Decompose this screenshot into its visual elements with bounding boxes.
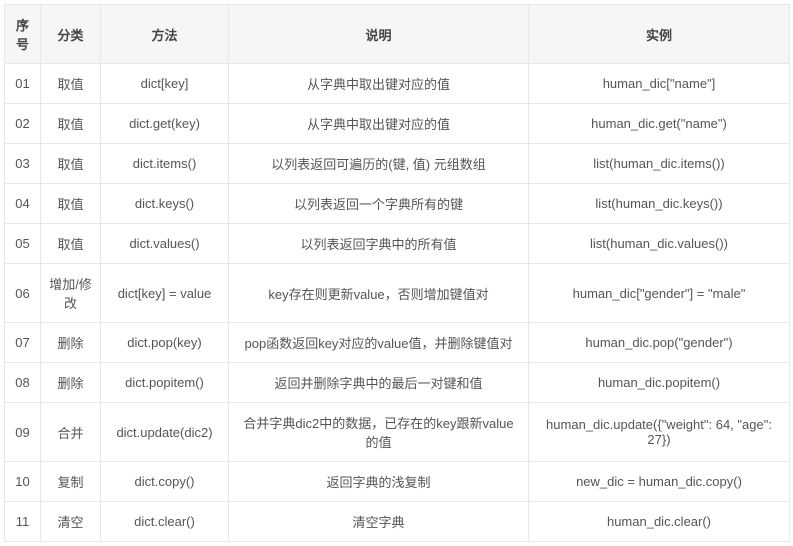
cell-example: human_dic.popitem() bbox=[529, 363, 790, 403]
cell-category: 复制 bbox=[41, 462, 101, 502]
table-row: 06增加/修改dict[key] = valuekey存在则更新value，否则… bbox=[5, 264, 790, 323]
cell-seq: 06 bbox=[5, 264, 41, 323]
cell-description: 从字典中取出键对应的值 bbox=[229, 64, 529, 104]
cell-description: 以列表返回字典中的所有值 bbox=[229, 224, 529, 264]
cell-method: dict.popitem() bbox=[101, 363, 229, 403]
cell-category: 取值 bbox=[41, 104, 101, 144]
cell-seq: 09 bbox=[5, 403, 41, 462]
cell-method: dict[key] bbox=[101, 64, 229, 104]
table-row: 11清空dict.clear()清空字典human_dic.clear() bbox=[5, 502, 790, 542]
table-row: 08删除dict.popitem()返回并删除字典中的最后一对键和值human_… bbox=[5, 363, 790, 403]
cell-category: 取值 bbox=[41, 224, 101, 264]
header-description: 说明 bbox=[229, 5, 529, 64]
cell-method: dict.get(key) bbox=[101, 104, 229, 144]
table-row: 04取值dict.keys()以列表返回一个字典所有的键list(human_d… bbox=[5, 184, 790, 224]
cell-description: 从字典中取出键对应的值 bbox=[229, 104, 529, 144]
cell-seq: 02 bbox=[5, 104, 41, 144]
header-seq: 序号 bbox=[5, 5, 41, 64]
cell-seq: 01 bbox=[5, 64, 41, 104]
table-row: 10复制dict.copy()返回字典的浅复制new_dic = human_d… bbox=[5, 462, 790, 502]
cell-example: human_dic.get("name") bbox=[529, 104, 790, 144]
cell-category: 删除 bbox=[41, 363, 101, 403]
cell-seq: 07 bbox=[5, 323, 41, 363]
cell-description: 合并字典dic2中的数据，已存在的key跟新value的值 bbox=[229, 403, 529, 462]
cell-example: human_dic.update({"weight": 64, "age": 2… bbox=[529, 403, 790, 462]
cell-method: dict.clear() bbox=[101, 502, 229, 542]
cell-method: dict.update(dic2) bbox=[101, 403, 229, 462]
cell-example: list(human_dic.items()) bbox=[529, 144, 790, 184]
cell-category: 合并 bbox=[41, 403, 101, 462]
cell-seq: 08 bbox=[5, 363, 41, 403]
cell-description: 以列表返回一个字典所有的键 bbox=[229, 184, 529, 224]
cell-seq: 03 bbox=[5, 144, 41, 184]
cell-category: 取值 bbox=[41, 64, 101, 104]
cell-method: dict.keys() bbox=[101, 184, 229, 224]
cell-description: 以列表返回可遍历的(键, 值) 元组数组 bbox=[229, 144, 529, 184]
table-row: 09合并dict.update(dic2)合并字典dic2中的数据，已存在的ke… bbox=[5, 403, 790, 462]
header-example: 实例 bbox=[529, 5, 790, 64]
cell-description: 返回并删除字典中的最后一对键和值 bbox=[229, 363, 529, 403]
cell-example: human_dic.clear() bbox=[529, 502, 790, 542]
cell-seq: 11 bbox=[5, 502, 41, 542]
cell-category: 增加/修改 bbox=[41, 264, 101, 323]
table-row: 01取值dict[key]从字典中取出键对应的值human_dic["name"… bbox=[5, 64, 790, 104]
cell-example: list(human_dic.values()) bbox=[529, 224, 790, 264]
cell-category: 删除 bbox=[41, 323, 101, 363]
cell-seq: 04 bbox=[5, 184, 41, 224]
cell-example: human_dic.pop("gender") bbox=[529, 323, 790, 363]
cell-category: 取值 bbox=[41, 144, 101, 184]
cell-description: pop函数返回key对应的value值，并删除键值对 bbox=[229, 323, 529, 363]
table-row: 05取值dict.values()以列表返回字典中的所有值list(human_… bbox=[5, 224, 790, 264]
cell-category: 取值 bbox=[41, 184, 101, 224]
table-header-row: 序号 分类 方法 说明 实例 bbox=[5, 5, 790, 64]
table-row: 02取值dict.get(key)从字典中取出键对应的值human_dic.ge… bbox=[5, 104, 790, 144]
cell-seq: 05 bbox=[5, 224, 41, 264]
cell-description: key存在则更新value，否则增加键值对 bbox=[229, 264, 529, 323]
dict-methods-table: 序号 分类 方法 说明 实例 01取值dict[key]从字典中取出键对应的值h… bbox=[4, 4, 790, 542]
cell-description: 返回字典的浅复制 bbox=[229, 462, 529, 502]
cell-seq: 10 bbox=[5, 462, 41, 502]
table-row: 07删除dict.pop(key)pop函数返回key对应的value值，并删除… bbox=[5, 323, 790, 363]
cell-method: dict.items() bbox=[101, 144, 229, 184]
cell-description: 清空字典 bbox=[229, 502, 529, 542]
cell-method: dict.pop(key) bbox=[101, 323, 229, 363]
cell-example: human_dic["name"] bbox=[529, 64, 790, 104]
cell-method: dict[key] = value bbox=[101, 264, 229, 323]
header-method: 方法 bbox=[101, 5, 229, 64]
cell-example: list(human_dic.keys()) bbox=[529, 184, 790, 224]
cell-category: 清空 bbox=[41, 502, 101, 542]
cell-method: dict.values() bbox=[101, 224, 229, 264]
table-row: 03取值dict.items()以列表返回可遍历的(键, 值) 元组数组list… bbox=[5, 144, 790, 184]
header-category: 分类 bbox=[41, 5, 101, 64]
cell-example: human_dic["gender"] = "male" bbox=[529, 264, 790, 323]
cell-method: dict.copy() bbox=[101, 462, 229, 502]
cell-example: new_dic = human_dic.copy() bbox=[529, 462, 790, 502]
